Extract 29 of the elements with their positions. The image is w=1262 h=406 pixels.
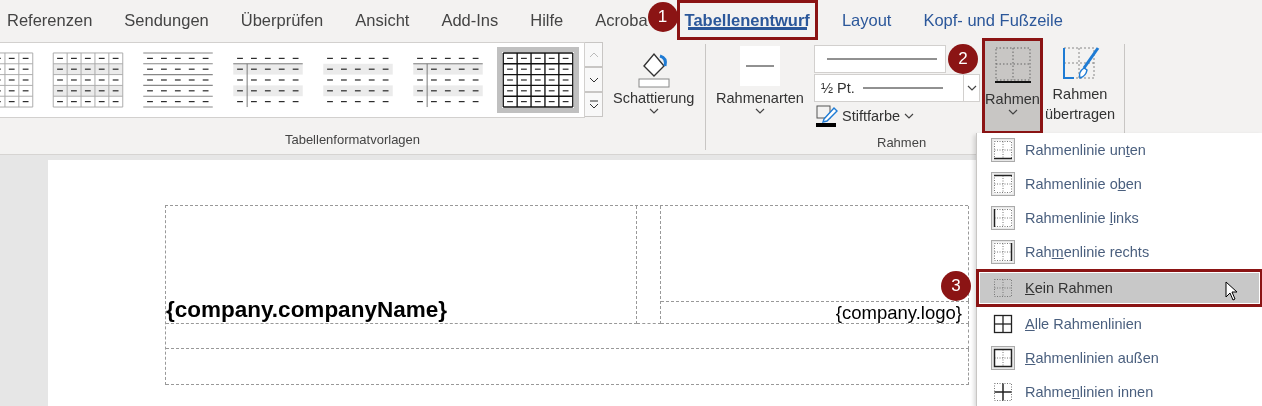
table-cell: {company.logo} [661, 301, 969, 324]
borders-button[interactable]: Rahmen [982, 38, 1043, 134]
menu-item[interactable]: Rahmenlinie rechts [977, 235, 1262, 269]
border-styles-button[interactable]: Rahmenarten [710, 44, 810, 116]
ribbon-tab[interactable]: Add-Ins [425, 0, 515, 40]
ribbon-tab[interactable]: Ansicht [339, 0, 426, 40]
callout-badge: 2 [948, 44, 978, 74]
callout-badge: 1 [647, 2, 678, 32]
ribbon-tab[interactable]: Sendungen [108, 0, 225, 40]
ribbon-tab[interactable]: Acroba [579, 0, 648, 40]
menu-item[interactable]: Rahmenlinie oben [977, 167, 1262, 201]
ribbon-tab[interactable]: Tabellenentwurf [676, 0, 818, 40]
group-label: Rahmen [877, 134, 927, 150]
menu-item[interactable]: Rahmenlinie unten [977, 133, 1262, 167]
ribbon-tab[interactable]: Kopf- und Fußzeile [907, 0, 1079, 40]
ribbon-tab[interactable]: Layout [825, 0, 908, 40]
menu-item[interactable]: Alle Rahmenlinien [977, 307, 1262, 341]
ribbon-tab[interactable]: Überprüfen [224, 0, 340, 40]
ribbon-tab[interactable]: Referenzen [0, 0, 109, 40]
menu-item[interactable]: Rahmenlinie links [977, 201, 1262, 235]
menu-item[interactable]: Rahmenlinien innen [977, 375, 1262, 406]
pen-color-button[interactable]: Stiftfarbe [814, 102, 980, 130]
table-cell: {company.companyName} [166, 206, 637, 324]
border-painter-button[interactable]: Rahmen übertragen [1047, 44, 1113, 124]
group-label: Tabellenformatvorlagen [284, 131, 421, 147]
ribbon-tab[interactable]: Hilfe [514, 0, 580, 40]
shading-button[interactable]: Schattierung [607, 46, 701, 116]
menu-item[interactable]: Rahmenlinien außen [977, 341, 1262, 375]
line-weight-dropdown[interactable]: ½ Pt. [814, 74, 964, 102]
